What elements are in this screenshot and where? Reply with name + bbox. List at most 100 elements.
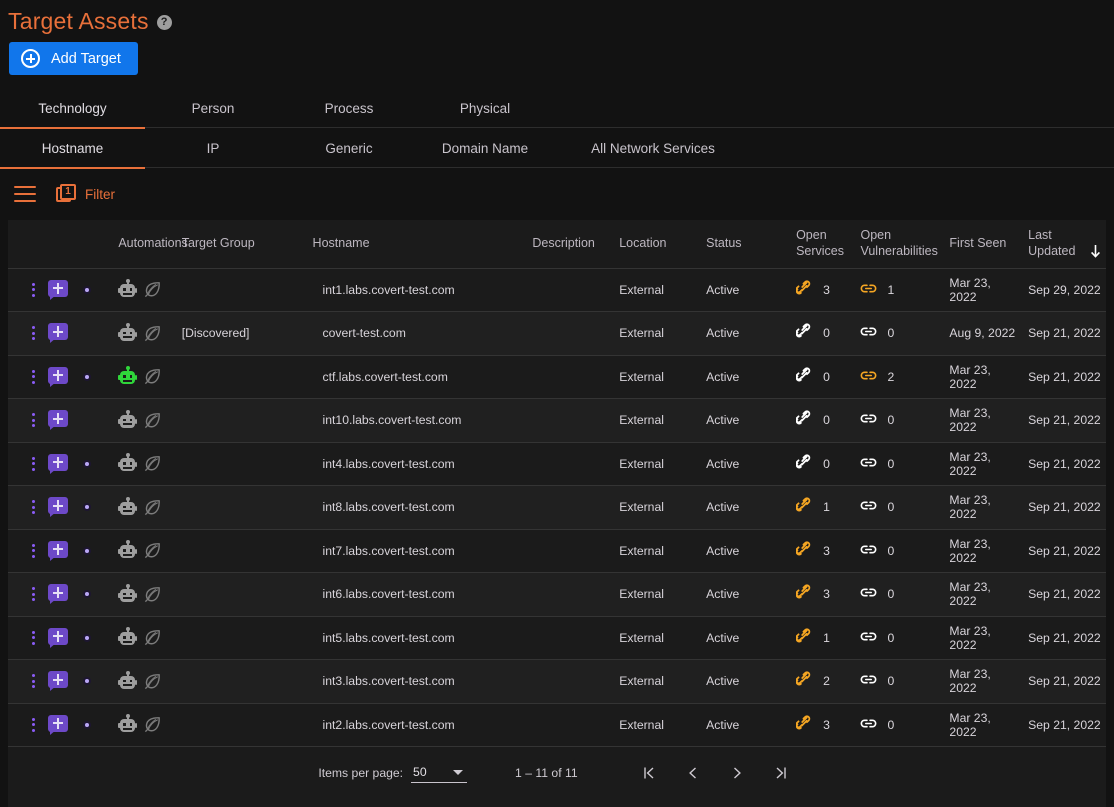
robot-icon[interactable] — [118, 409, 138, 430]
add-note-icon[interactable] — [48, 671, 68, 692]
open-vulnerabilities-link-icon[interactable] — [860, 541, 877, 561]
next-page-icon[interactable] — [722, 758, 752, 788]
add-note-icon[interactable] — [48, 323, 68, 344]
open-vulnerabilities-link-icon[interactable] — [860, 715, 877, 735]
open-vulnerabilities-link-icon[interactable] — [860, 454, 877, 474]
tab-ip[interactable]: IP — [145, 128, 281, 168]
tab-technology[interactable]: Technology — [0, 88, 145, 129]
open-vulnerabilities-link-icon[interactable] — [860, 410, 877, 430]
add-note-icon[interactable] — [48, 453, 68, 474]
column-first-seen[interactable]: First Seen — [945, 220, 1025, 269]
column-description[interactable]: Description — [528, 220, 616, 269]
row-menu-icon[interactable] — [26, 367, 40, 387]
eye-icon[interactable] — [76, 499, 98, 515]
robot-icon[interactable] — [118, 453, 138, 473]
table-row[interactable]: int2.labs.covert-test.com External Active 3… — [8, 703, 1106, 747]
open-vulnerabilities-link-icon[interactable] — [860, 671, 877, 691]
open-vulnerabilities-link-icon[interactable] — [860, 367, 877, 387]
robot-icon[interactable] — [118, 279, 138, 299]
column-hostname[interactable]: Hostname — [308, 220, 529, 269]
add-note-icon[interactable] — [48, 540, 68, 561]
open-vulnerabilities-link-icon[interactable] — [860, 323, 877, 343]
leaf-icon[interactable] — [143, 411, 162, 430]
leaf-icon[interactable] — [143, 324, 162, 343]
last-page-icon[interactable] — [766, 758, 796, 788]
robot-icon[interactable] — [118, 583, 138, 604]
leaf-icon[interactable] — [143, 715, 162, 734]
eye-icon[interactable] — [76, 369, 98, 385]
eye-icon[interactable] — [76, 630, 98, 646]
tab-generic[interactable]: Generic — [281, 128, 417, 168]
leaf-icon[interactable] — [143, 628, 162, 647]
open-services-link-icon[interactable] — [795, 280, 813, 300]
tab-physical[interactable]: Physical — [417, 88, 553, 128]
robot-icon[interactable] — [118, 714, 138, 734]
column-status[interactable]: Status — [702, 220, 793, 269]
eye-icon[interactable] — [76, 673, 98, 689]
add-note-icon[interactable] — [48, 714, 68, 735]
tab-hostname[interactable]: Hostname — [0, 128, 145, 169]
table-row[interactable]: int7.labs.covert-test.com External Active 3… — [8, 529, 1106, 573]
open-vulnerabilities-link-icon[interactable] — [860, 628, 877, 648]
table-row[interactable]: ctf.labs.covert-test.com External Active 0 2… — [8, 355, 1106, 399]
open-vulnerabilities-link-icon[interactable] — [860, 584, 877, 604]
eye-icon[interactable] — [76, 586, 98, 602]
first-page-icon[interactable] — [634, 758, 664, 788]
row-menu-icon[interactable] — [26, 584, 40, 604]
row-menu-icon[interactable] — [26, 541, 40, 561]
open-services-link-icon[interactable] — [795, 497, 813, 517]
robot-icon[interactable] — [118, 496, 138, 517]
add-note-icon[interactable] — [48, 410, 68, 431]
leaf-icon[interactable] — [143, 454, 162, 473]
add-note-icon[interactable] — [48, 497, 68, 518]
table-row[interactable]: int1.labs.covert-test.com External Active 3… — [8, 268, 1106, 312]
robot-icon[interactable] — [118, 322, 138, 343]
eye-icon[interactable] — [76, 543, 98, 559]
open-services-link-icon[interactable] — [795, 584, 813, 604]
row-menu-icon[interactable] — [26, 280, 40, 300]
leaf-icon[interactable] — [143, 280, 162, 299]
leaf-icon[interactable] — [143, 541, 162, 560]
open-services-link-icon[interactable] — [795, 715, 813, 735]
table-row[interactable]: int4.labs.covert-test.com External Active 0… — [8, 442, 1106, 486]
open-services-link-icon[interactable] — [795, 367, 813, 387]
filter-button[interactable]: 1 Filter — [56, 184, 115, 204]
robot-icon[interactable] — [118, 540, 138, 560]
tab-process[interactable]: Process — [281, 88, 417, 128]
open-vulnerabilities-link-icon[interactable] — [860, 497, 877, 517]
robot-icon[interactable] — [118, 627, 138, 647]
row-menu-icon[interactable] — [26, 323, 40, 343]
row-menu-icon[interactable] — [26, 497, 40, 517]
column-last-updated[interactable]: Last Updated — [1024, 220, 1106, 269]
hamburger-icon[interactable] — [14, 186, 36, 202]
row-menu-icon[interactable] — [26, 715, 40, 735]
items-per-page-select[interactable]: 50 — [411, 763, 468, 783]
row-menu-icon[interactable] — [26, 454, 40, 474]
eye-icon[interactable] — [76, 456, 98, 472]
column-open-vulnerabilities[interactable]: Open Vulnerabilities — [856, 220, 946, 269]
leaf-icon[interactable] — [143, 367, 162, 386]
column-target-group[interactable]: Target Group — [177, 220, 309, 269]
previous-page-icon[interactable] — [678, 758, 708, 788]
open-services-link-icon[interactable] — [795, 323, 813, 343]
eye-icon[interactable] — [76, 717, 98, 733]
eye-icon[interactable] — [76, 282, 98, 298]
row-menu-icon[interactable] — [26, 410, 40, 430]
open-services-link-icon[interactable] — [795, 410, 813, 430]
open-vulnerabilities-link-icon[interactable] — [860, 280, 877, 300]
add-note-icon[interactable] — [48, 279, 68, 300]
help-circle-icon[interactable]: ? — [156, 15, 172, 30]
leaf-icon[interactable] — [143, 585, 162, 604]
add-target-button[interactable]: Add Target — [9, 42, 138, 75]
robot-icon[interactable] — [118, 366, 138, 386]
tab-domain-name[interactable]: Domain Name — [417, 128, 553, 168]
table-row[interactable]: int3.labs.covert-test.com External Active 2… — [8, 659, 1106, 704]
tab-person[interactable]: Person — [145, 88, 281, 128]
open-services-link-icon[interactable] — [795, 454, 813, 474]
row-menu-icon[interactable] — [26, 671, 40, 691]
add-note-icon[interactable] — [48, 627, 68, 648]
robot-icon[interactable] — [118, 670, 138, 691]
column-open-services[interactable]: Open Services — [792, 220, 857, 269]
add-note-icon[interactable] — [48, 584, 68, 605]
column-location[interactable]: Location — [615, 220, 703, 269]
